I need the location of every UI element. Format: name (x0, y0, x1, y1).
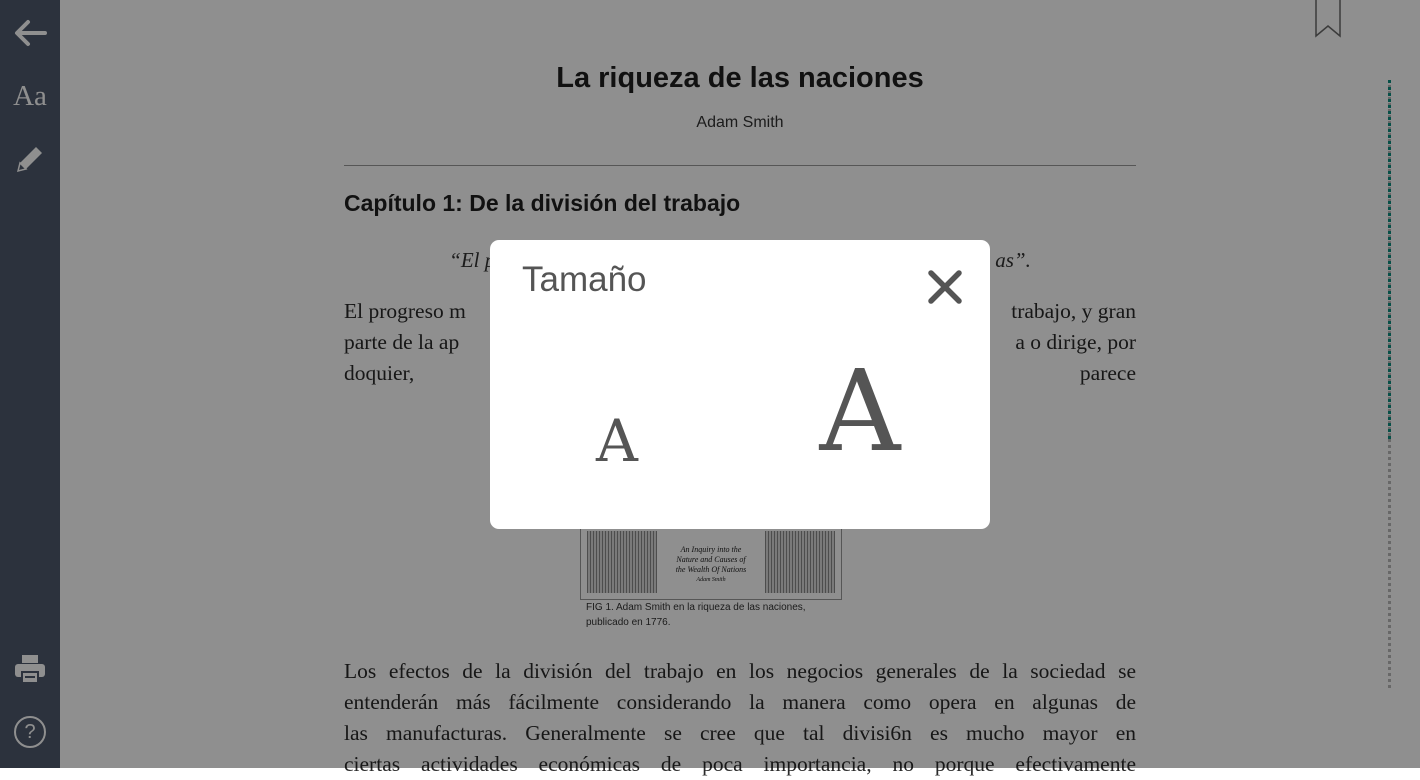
decrease-font-size-button[interactable]: A (572, 390, 662, 470)
font-size-dialog: Tamaño A A (490, 240, 990, 529)
close-icon (928, 270, 962, 304)
close-button[interactable] (923, 265, 967, 309)
large-a-label: A (819, 347, 901, 477)
small-a-label: A (596, 407, 638, 475)
increase-font-size-button[interactable]: A (798, 348, 922, 468)
dialog-title: Tamaño (522, 260, 647, 299)
